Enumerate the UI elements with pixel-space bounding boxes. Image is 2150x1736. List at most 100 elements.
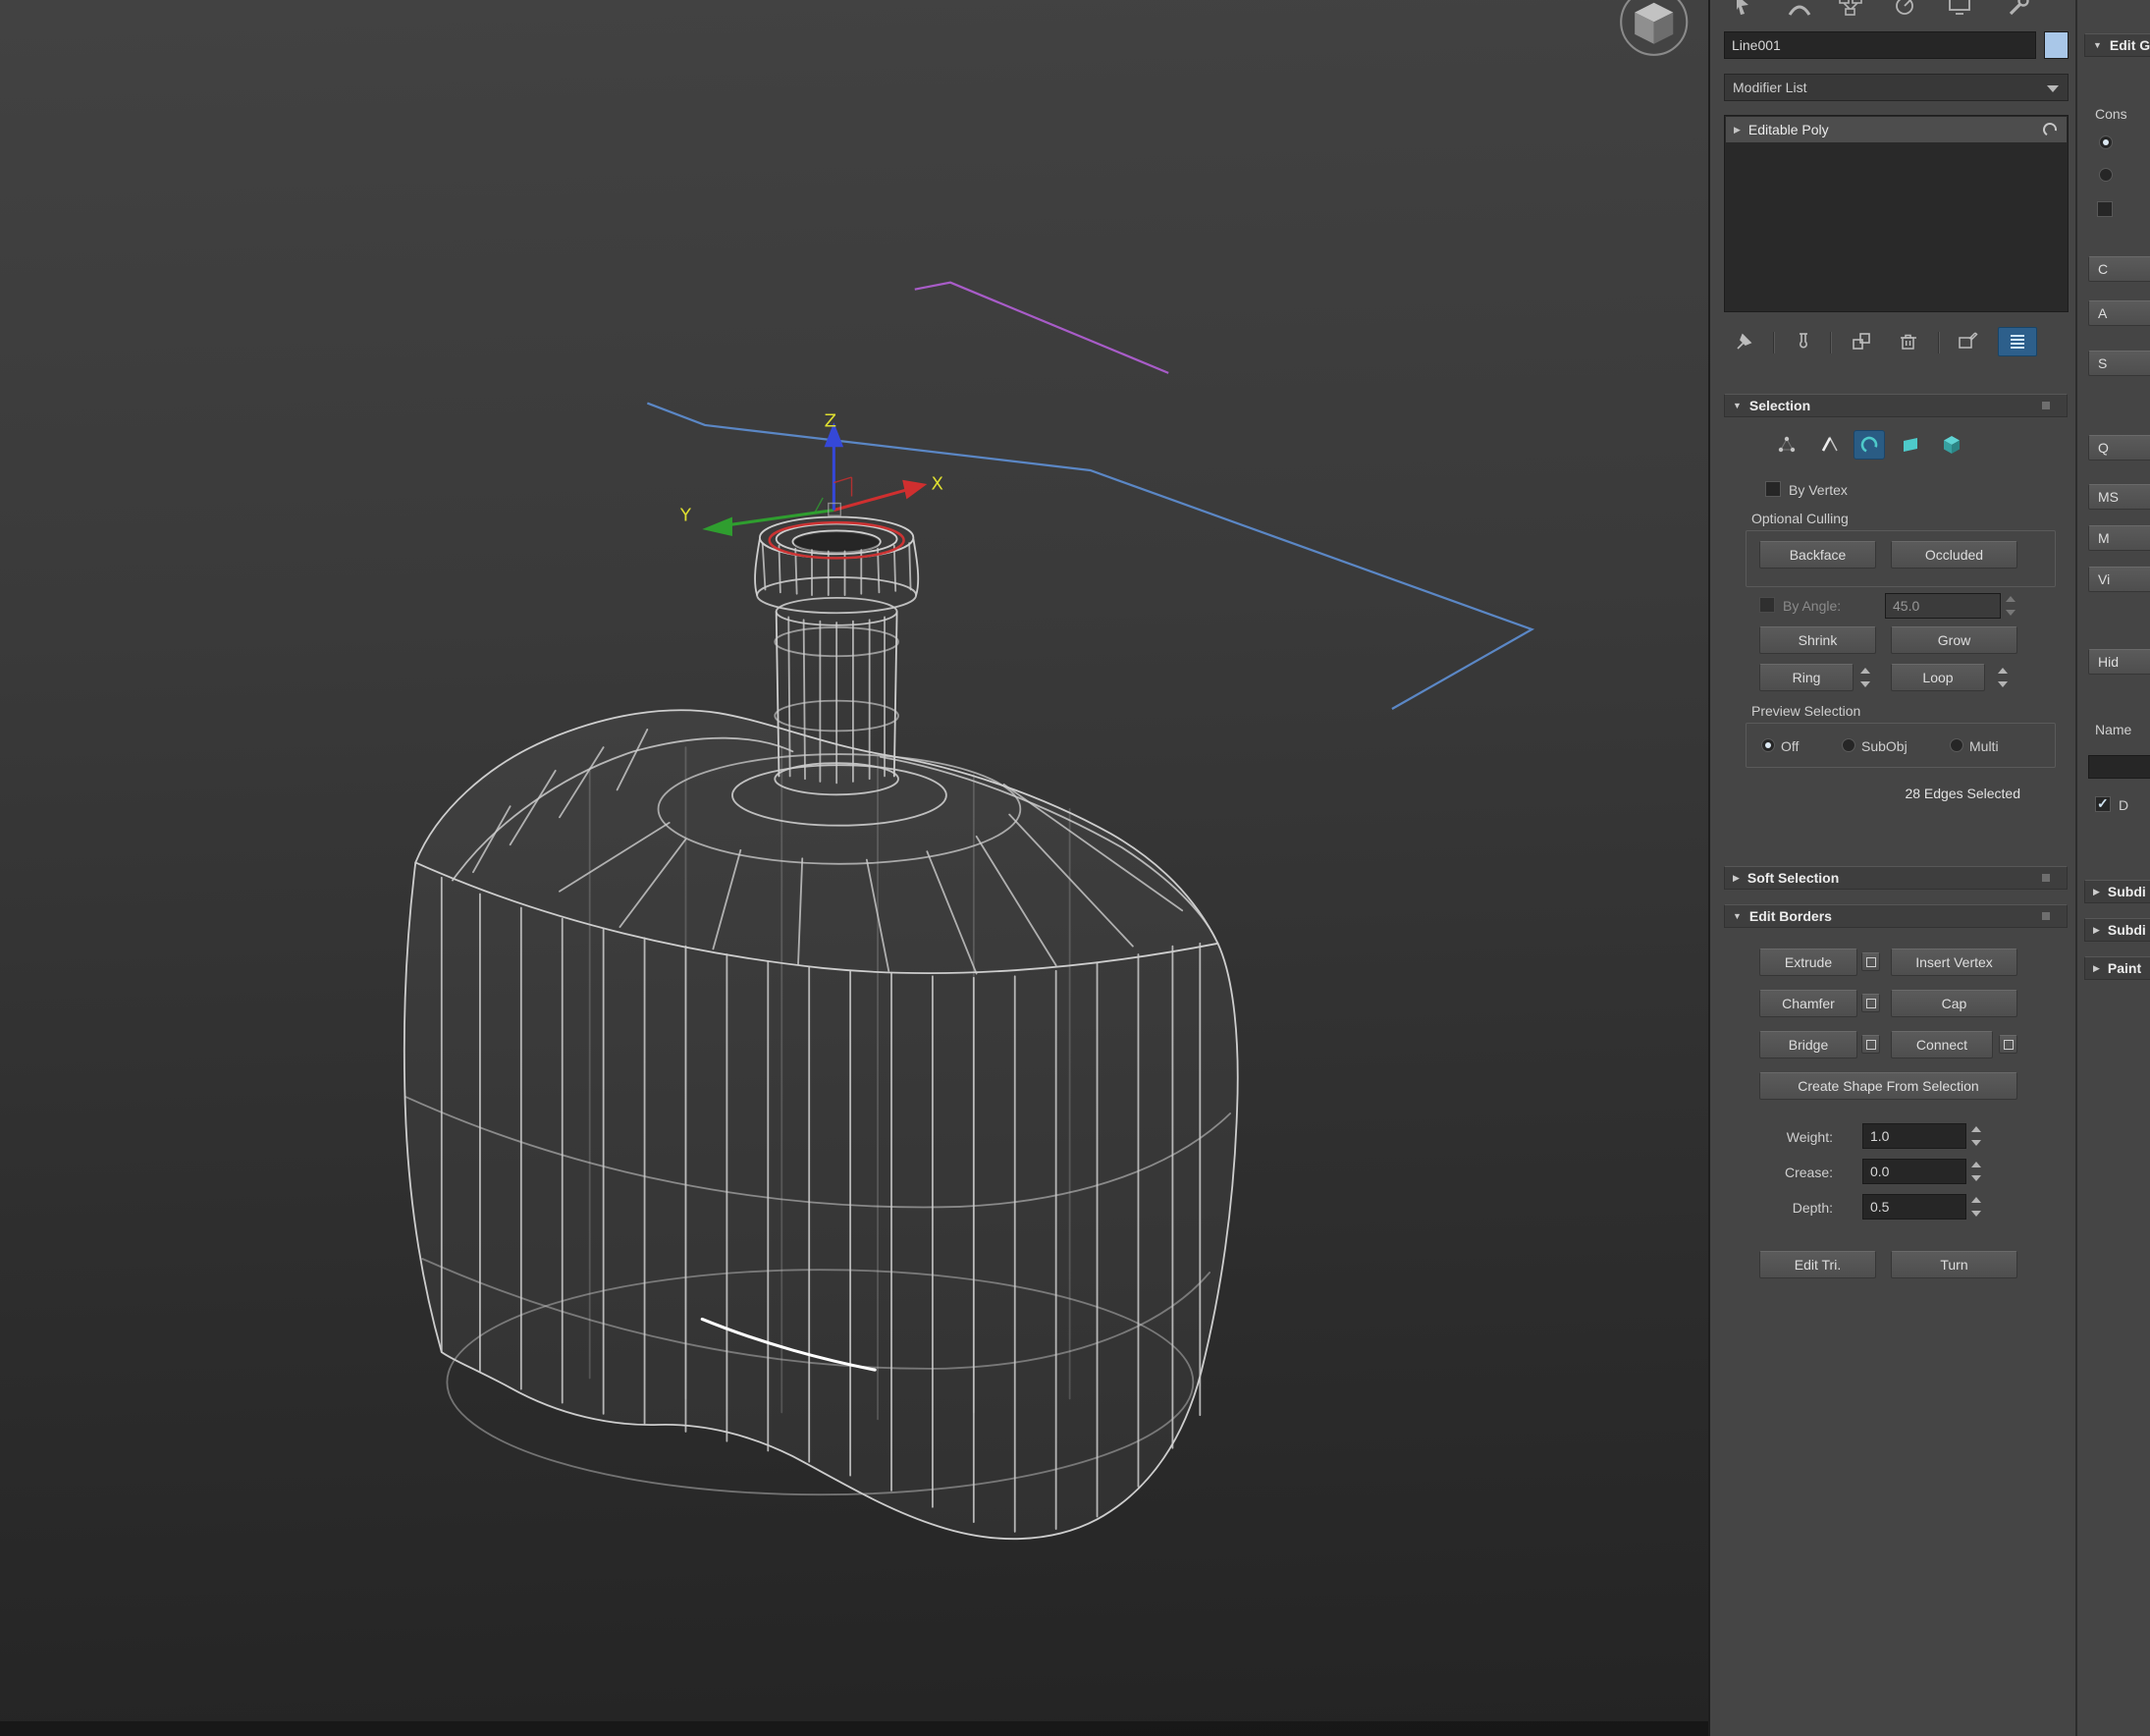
toolbar-separator (1773, 332, 1774, 353)
viewport[interactable]: Z X Y (0, 0, 1710, 1736)
object-color-swatch[interactable] (2044, 31, 2069, 59)
create-shape-button[interactable]: Create Shape From Selection (1759, 1072, 2017, 1100)
delete-isolated-label: D (2119, 796, 2128, 814)
backface-button[interactable]: Backface (1759, 541, 1876, 569)
chamfer-button[interactable]: Chamfer (1759, 990, 1857, 1017)
depth-label: Depth: (1749, 1199, 1833, 1217)
viewcube[interactable] (1621, 0, 1687, 55)
rollout-soft-selection[interactable]: ▶ Soft Selection (1724, 866, 2068, 890)
ring-button[interactable]: Ring (1759, 664, 1854, 691)
show-end-result-button[interactable] (1791, 328, 1816, 355)
slice-plane-button[interactable]: S (2088, 351, 2150, 376)
rollout-edit-geometry-title: Edit G (2110, 37, 2150, 53)
modifier-stack[interactable]: ▶ Editable Poly (1724, 115, 2069, 312)
view-align-button[interactable]: Vi (2088, 567, 2150, 592)
tab-motion[interactable] (1891, 0, 1918, 18)
remove-modifier-button[interactable] (1896, 328, 1921, 355)
by-vertex-checkbox[interactable] (1765, 481, 1781, 497)
tab-modify[interactable] (1786, 0, 1813, 18)
selection-status: 28 Edges Selected (1710, 785, 2020, 802)
grow-button[interactable]: Grow (1891, 626, 2017, 654)
modifier-stack-item[interactable]: ▶ Editable Poly (1726, 117, 2067, 142)
axis-z-label: Z (825, 410, 836, 431)
axis-x-label: X (932, 474, 943, 495)
collapse-arrow-icon: ▼ (1733, 911, 1742, 921)
tab-display[interactable] (1946, 0, 1973, 18)
rollout-subdivision-displacement-title: Subdi (2108, 922, 2146, 938)
bottle-wireframe[interactable] (404, 516, 1238, 1539)
modifier-stack-item-label: Editable Poly (1748, 122, 1829, 137)
expand-arrow-icon: ▶ (2093, 925, 2100, 936)
by-vertex-label: By Vertex (1789, 481, 1848, 499)
named-selections-field[interactable] (2088, 755, 2150, 779)
subobject-border-button[interactable] (1854, 430, 1885, 460)
make-planar-button[interactable]: M (2088, 525, 2150, 551)
object-name-input[interactable]: Line001 (1724, 31, 2036, 59)
rollout-paint-deformation-title: Paint (2108, 960, 2141, 976)
subobject-element-button[interactable] (1936, 430, 1967, 460)
rollout-subdivision-displacement[interactable]: ▶ Subdi (2084, 918, 2150, 942)
spline-secondary[interactable] (915, 283, 1168, 373)
rollout-paint-deformation[interactable]: ▶ Paint (2084, 956, 2150, 980)
tab-create[interactable] (1731, 0, 1758, 18)
subobject-edge-button[interactable] (1814, 430, 1846, 460)
extrude-button[interactable]: Extrude (1759, 949, 1857, 976)
ring-spinner[interactable] (1857, 665, 1873, 690)
subobject-vertex-button[interactable] (1771, 430, 1802, 460)
crease-value-field[interactable]: 0.0 (1862, 1159, 1966, 1184)
hide-selected-button[interactable]: Hid (2088, 649, 2150, 675)
bridge-button[interactable]: Bridge (1759, 1031, 1857, 1058)
preserve-uvs-checkbox[interactable] (2097, 201, 2113, 217)
msmooth-button[interactable]: MS (2088, 484, 2150, 510)
by-angle-spinner[interactable] (2003, 593, 2018, 619)
application-window: Z X Y (0, 0, 2150, 1736)
bridge-settings-button[interactable] (1861, 1035, 1880, 1054)
make-unique-button[interactable] (1849, 328, 1874, 355)
modifier-stack-list-button[interactable] (1998, 327, 2037, 356)
delete-isolated-checkbox[interactable] (2095, 796, 2111, 812)
pin-stack-button[interactable] (1732, 328, 1757, 355)
by-angle-value-field[interactable]: 45.0 (1885, 593, 2001, 619)
rollout-subdivision-surface[interactable]: ▶ Subdi (2084, 880, 2150, 903)
tab-utilities[interactable] (2005, 0, 2032, 18)
crease-spinner[interactable] (1968, 1159, 1984, 1184)
cap-button[interactable]: Cap (1891, 990, 2017, 1017)
rollout-grip (2042, 402, 2050, 409)
occluded-button[interactable]: Occluded (1891, 541, 2017, 569)
constraint-radio-1[interactable] (2099, 136, 2113, 149)
collapse-arrow-icon: ▼ (2093, 40, 2102, 50)
depth-spinner[interactable] (1968, 1194, 1984, 1220)
attach-button[interactable]: A (2088, 300, 2150, 326)
modifier-list-dropdown[interactable]: Modifier List (1724, 74, 2069, 101)
insert-vertex-button[interactable]: Insert Vertex (1891, 949, 2017, 976)
configure-modifier-sets-button[interactable] (1955, 328, 1980, 355)
turn-button[interactable]: Turn (1891, 1251, 2017, 1278)
loop-spinner[interactable] (1995, 665, 2011, 690)
preview-subobj-radio[interactable] (1842, 738, 1855, 752)
rollout-selection[interactable]: ▼ Selection (1724, 394, 2068, 417)
connect-button[interactable]: Connect (1891, 1031, 1993, 1058)
depth-value-field[interactable]: 0.5 (1862, 1194, 1966, 1220)
by-angle-checkbox[interactable] (1759, 597, 1775, 613)
quickslice-button[interactable]: Q (2088, 435, 2150, 461)
preview-off-radio[interactable] (1761, 738, 1775, 752)
rollout-edit-geometry[interactable]: ▼ Edit G (2084, 33, 2150, 57)
chamfer-settings-button[interactable] (1861, 994, 1880, 1012)
edit-tri-button[interactable]: Edit Tri. (1759, 1251, 1876, 1278)
weight-value-field[interactable]: 1.0 (1862, 1123, 1966, 1149)
weight-spinner[interactable] (1968, 1123, 1984, 1149)
create-geo-button[interactable]: C (2088, 256, 2150, 282)
expand-arrow-icon[interactable]: ▶ (1734, 125, 1741, 136)
shrink-button[interactable]: Shrink (1759, 626, 1876, 654)
loop-button[interactable]: Loop (1891, 664, 1985, 691)
rollout-edit-borders[interactable]: ▼ Edit Borders (1724, 904, 2068, 928)
rollout-edit-borders-title: Edit Borders (1749, 908, 1832, 924)
tab-hierarchy[interactable] (1837, 0, 1864, 18)
constraint-radio-2[interactable] (2099, 168, 2113, 182)
subobject-polygon-button[interactable] (1895, 430, 1926, 460)
rollout-subdivision-surface-title: Subdi (2108, 884, 2146, 899)
connect-settings-button[interactable] (1999, 1035, 2017, 1054)
rollout-grip (2042, 912, 2050, 920)
preview-multi-radio[interactable] (1950, 738, 1963, 752)
extrude-settings-button[interactable] (1861, 952, 1880, 971)
